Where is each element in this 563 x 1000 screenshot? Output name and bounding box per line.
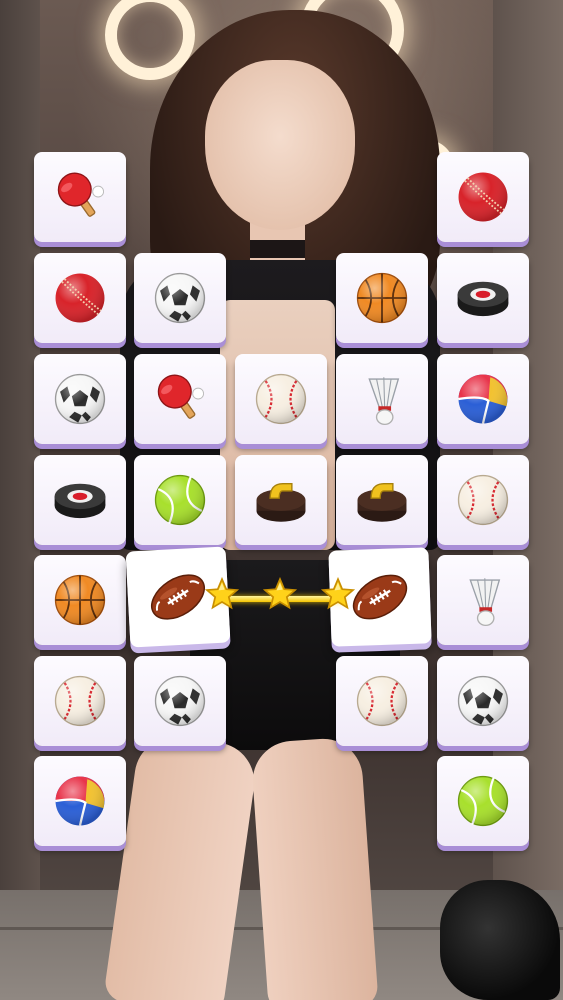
american-football-icon [352, 574, 408, 620]
game-board [0, 0, 563, 1000]
baseball-icon [255, 373, 307, 425]
shuttlecock-icon [368, 377, 400, 426]
tile-volleyball[interactable] [437, 354, 529, 444]
star-icon [321, 577, 355, 610]
soccer-ball-icon [457, 675, 509, 727]
basketball-icon [54, 574, 106, 626]
tile-shuttlecock[interactable] [437, 555, 529, 645]
curling-stone-icon [256, 483, 306, 522]
shuttlecock-icon [469, 578, 501, 627]
cricket-ball-icon [458, 172, 508, 222]
baseball-icon [54, 675, 106, 727]
basketball-icon [356, 272, 408, 324]
baseball-icon [457, 474, 509, 526]
curling-stone-icon [357, 483, 407, 522]
tile-tennis-ball[interactable] [437, 756, 529, 846]
tennis-ball-icon [154, 474, 206, 526]
cricket-ball-icon [55, 273, 105, 323]
star-icon [205, 577, 239, 610]
baseball-icon [356, 675, 408, 727]
soccer-ball-icon [154, 272, 206, 324]
tile-basketball[interactable] [34, 555, 126, 645]
soccer-ball-icon [54, 373, 106, 425]
hockey-puck-icon [54, 483, 106, 519]
tile-soccer-ball[interactable] [34, 354, 126, 444]
tile-cricket-ball[interactable] [437, 152, 529, 242]
tile-cricket-ball[interactable] [34, 253, 126, 343]
tile-basketball[interactable] [336, 253, 428, 343]
tile-volleyball[interactable] [34, 756, 126, 846]
american-football-icon [151, 574, 205, 620]
match-connection-line [205, 577, 355, 610]
tile-tennis-ball[interactable] [134, 455, 226, 545]
tile-shuttlecock[interactable] [336, 354, 428, 444]
tile-soccer-ball[interactable] [437, 656, 529, 746]
ping-pong-paddle-icon [57, 172, 105, 217]
tile-ping-pong-paddle[interactable] [34, 152, 126, 242]
tennis-ball-icon [457, 775, 509, 827]
tile-curling-stone[interactable] [336, 455, 428, 545]
tile-baseball[interactable] [235, 354, 327, 444]
ping-pong-paddle-icon [157, 374, 205, 419]
volleyball-icon [458, 374, 508, 424]
tile-baseball[interactable] [34, 656, 126, 746]
soccer-ball-icon [154, 675, 206, 727]
tile-soccer-ball[interactable] [134, 656, 226, 746]
star-icon [263, 577, 297, 610]
tile-soccer-ball[interactable] [134, 253, 226, 343]
tile-curling-stone[interactable] [235, 455, 327, 545]
tile-baseball[interactable] [336, 656, 428, 746]
hockey-puck-icon [457, 281, 509, 317]
volleyball-icon [55, 776, 105, 826]
tile-ping-pong-paddle[interactable] [134, 354, 226, 444]
tile-baseball[interactable] [437, 455, 529, 545]
tile-hockey-puck[interactable] [437, 253, 529, 343]
tile-hockey-puck[interactable] [34, 455, 126, 545]
